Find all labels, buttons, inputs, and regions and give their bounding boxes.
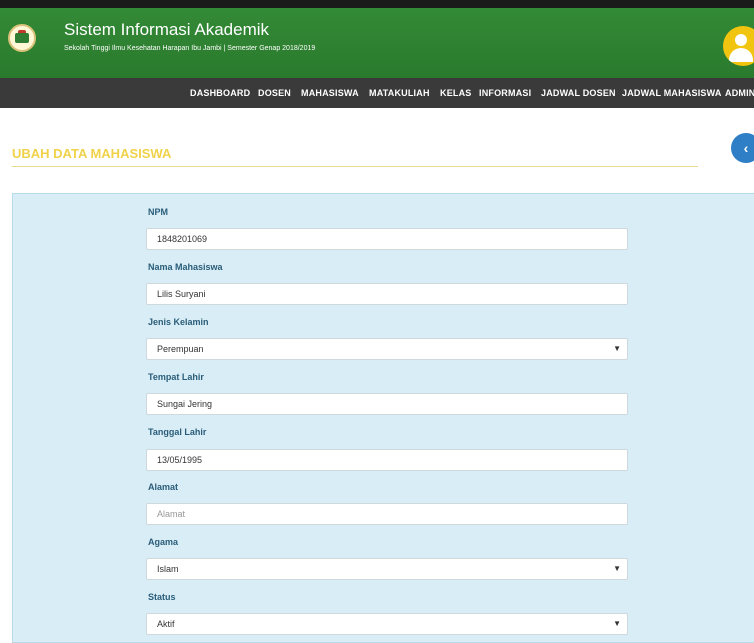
status-value: Aktif [157,619,175,629]
page-title: UBAH DATA MAHASISWA [12,146,172,161]
nama-mahasiswa-label: Nama Mahasiswa [148,262,223,272]
back-button[interactable]: ‹ [731,133,754,163]
jenis-kelamin-value: Perempuan [157,344,204,354]
tempat-lahir-input[interactable]: Sungai Jering [146,393,628,415]
alamat-label: Alamat [148,482,179,492]
jenis-kelamin-label: Jenis Kelamin [148,317,209,327]
agama-label: Agama [148,537,179,547]
agama-value: Islam [157,564,179,574]
caret-down-icon: ▼ [613,564,621,573]
app-subtitle: Sekolah Tinggi Ilmu Kesehatan Harapan Ib… [64,45,316,52]
caret-down-icon: ▼ [613,619,621,628]
school-logo-icon [8,24,36,52]
tanggal-lahir-label: Tanggal Lahir [148,427,207,437]
npm-label: NPM [148,207,168,217]
caret-down-icon: ▼ [613,344,621,353]
jenis-kelamin-select[interactable]: Perempuan ▼ [146,338,628,360]
npm-input[interactable]: 1848201069 [146,228,628,250]
nav-informasi[interactable]: INFORMASI [479,88,531,98]
nav-admin[interactable]: ADMIN [725,88,754,98]
app-title: Sistem Informasi Akademik [64,20,270,39]
app-header: Sistem Informasi Akademik Sekolah Tinggi… [0,8,754,78]
main-navigation: DASHBOARD DOSEN MAHASISWA MATAKULIAH KEL… [0,78,754,108]
nav-jadwal-dosen[interactable]: JADWAL DOSEN [541,88,616,98]
status-label: Status [148,592,176,602]
nav-kelas[interactable]: KELAS [440,88,472,98]
nav-matakuliah[interactable]: MATAKULIAH [369,88,430,98]
agama-select[interactable]: Islam ▼ [146,558,628,580]
top-strip [0,0,754,8]
alamat-input[interactable]: Alamat [146,503,628,525]
nav-dosen[interactable]: DOSEN [258,88,291,98]
nav-dashboard[interactable]: DASHBOARD [190,88,250,98]
heading-divider [12,166,698,167]
nama-mahasiswa-input[interactable]: Lilis Suryani [146,283,628,305]
tanggal-lahir-input[interactable]: 13/05/1995 [146,449,628,471]
user-avatar-icon[interactable] [723,26,754,66]
nav-mahasiswa[interactable]: MAHASISWA [301,88,359,98]
status-select[interactable]: Aktif ▼ [146,613,628,635]
tempat-lahir-label: Tempat Lahir [148,372,204,382]
nav-jadwal-mahasiswa[interactable]: JADWAL MAHASISWA [622,88,722,98]
